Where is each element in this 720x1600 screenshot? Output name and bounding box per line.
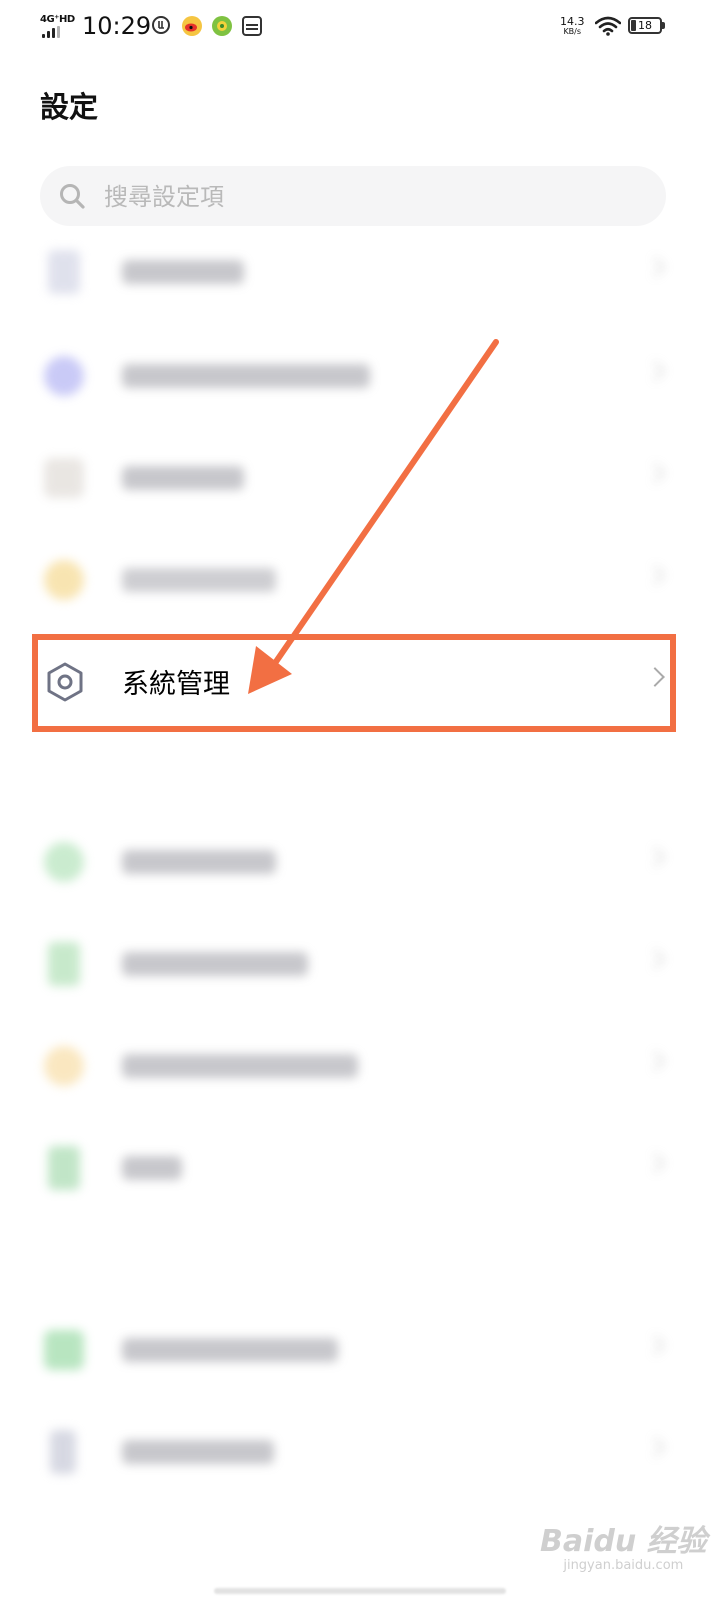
chevron-right-icon <box>645 847 665 867</box>
settings-item-label <box>122 364 370 388</box>
phone-icon <box>48 250 80 294</box>
settings-item-blurred[interactable] <box>0 1402 720 1502</box>
watermark: Baidu 经验 jingyan.baidu.com <box>540 1516 707 1573</box>
settings-item-label <box>122 260 244 284</box>
net-speed-value: 14.3 <box>560 15 585 28</box>
chevron-right-icon <box>645 1335 665 1355</box>
settings-item-blurred[interactable] <box>0 1016 720 1116</box>
settings-item-label <box>122 568 276 592</box>
network-type-label: 4G⁺HD <box>40 14 75 25</box>
chevron-right-icon <box>645 257 665 277</box>
chevron-right-icon <box>645 1153 665 1173</box>
assistant-icon <box>44 1046 84 1086</box>
search-input[interactable] <box>102 166 646 228</box>
security-icon <box>44 842 84 882</box>
display-icon <box>44 458 84 498</box>
settings-item-label <box>122 952 308 976</box>
search-bar[interactable] <box>40 166 666 228</box>
chevron-right-icon <box>645 667 665 687</box>
settings-item-blurred[interactable] <box>0 530 720 630</box>
battery-cap <box>662 22 665 29</box>
chevron-right-icon <box>645 463 665 483</box>
search-icon <box>60 184 85 209</box>
battery-setting-icon <box>48 1146 80 1190</box>
settings-item-label: 系統管理 <box>122 669 230 700</box>
sim-card-icon <box>242 16 262 36</box>
settings-item-label <box>122 1054 358 1078</box>
settings-item-label <box>122 466 244 490</box>
home-indicator[interactable] <box>214 1588 506 1594</box>
theme-icon <box>44 356 84 396</box>
settings-item-blurred[interactable] <box>0 914 720 1014</box>
watermark-brand: Baidu 经验 <box>540 1524 707 1559</box>
settings-item-blurred[interactable] <box>0 326 720 426</box>
settings-item-label <box>122 850 276 874</box>
chevron-right-icon <box>645 565 665 585</box>
settings-item-label <box>122 1440 274 1464</box>
app-notification-icon <box>212 16 232 36</box>
net-speed-unit: KB/s <box>563 27 582 36</box>
battery-level: 18 <box>638 19 652 32</box>
battery-icon: 18 <box>628 17 662 34</box>
shortcut-icon <box>44 560 84 600</box>
settings-item-label <box>122 1338 338 1362</box>
settings-item-system-management[interactable]: 系統管理 <box>0 632 720 732</box>
net-speed: 14.3 KB/s <box>560 15 585 37</box>
clock: 10:29 <box>82 12 152 40</box>
page-title: 設定 <box>40 90 99 124</box>
chevron-right-icon <box>645 361 665 381</box>
data-usage-icon <box>152 16 170 34</box>
watermark-site: jingyan.baidu.com <box>563 1558 684 1573</box>
wifi-icon <box>594 16 622 40</box>
battery-setting-icon <box>48 942 80 986</box>
settings-item-blurred[interactable] <box>0 1118 720 1218</box>
chevron-right-icon <box>645 1437 665 1457</box>
settings-item-label <box>122 1156 182 1180</box>
weibo-icon <box>182 16 202 36</box>
app-icon <box>44 1330 84 1370</box>
chevron-right-icon <box>645 1051 665 1071</box>
hexagon-gear-icon <box>47 662 83 702</box>
settings-item-blurred[interactable] <box>0 812 720 912</box>
settings-item-blurred[interactable] <box>0 1300 720 1400</box>
chevron-right-icon <box>645 949 665 969</box>
status-bar: 4G⁺HD 10:29 14.3 KB/s 18 <box>0 0 720 56</box>
account-icon <box>50 1430 76 1474</box>
signal-icon <box>42 26 60 38</box>
settings-item-blurred[interactable] <box>0 428 720 528</box>
settings-item-blurred[interactable] <box>0 222 720 322</box>
